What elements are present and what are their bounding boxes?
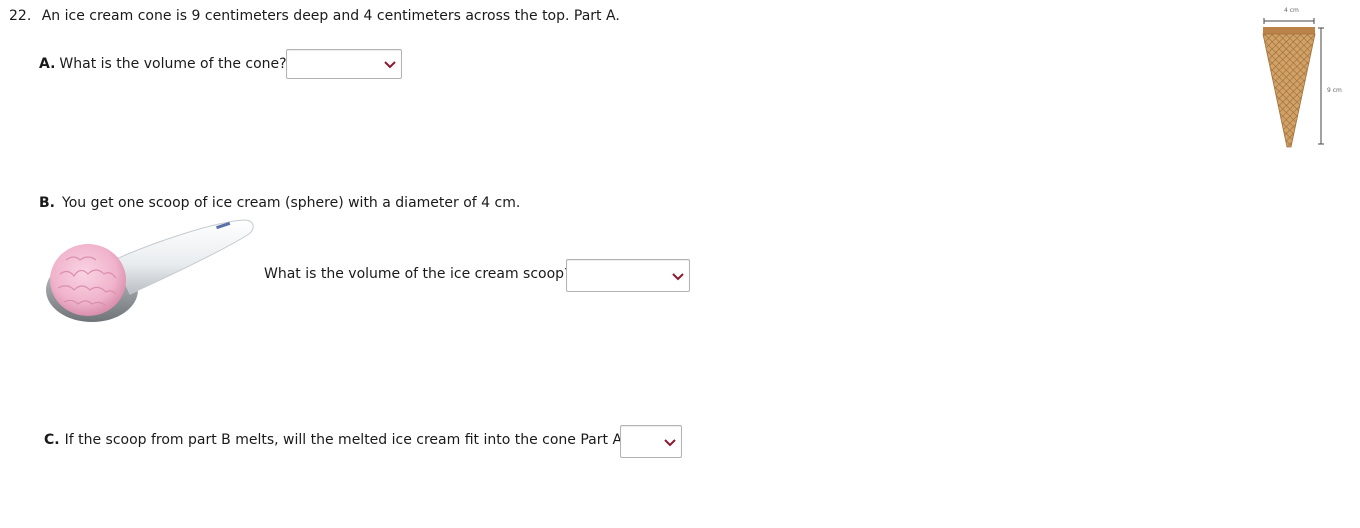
ice-cream-cone-image <box>1262 18 1324 148</box>
chevron-down-icon <box>664 439 676 447</box>
part-a-prompt: A. What is the volume of the cone? <box>39 56 287 72</box>
part-c-dropdown[interactable] <box>620 425 682 458</box>
part-b-dropdown[interactable] <box>566 259 690 292</box>
question-number: 22. <box>9 8 32 24</box>
part-a-text: What is the volume of the cone? <box>59 56 287 72</box>
part-c-text: If the scoop from part B melts, will the… <box>64 432 634 448</box>
question-title: 22. An ice cream cone is 9 centimeters d… <box>9 8 620 24</box>
part-a-dropdown[interactable] <box>286 49 402 79</box>
chevron-down-icon <box>384 61 396 69</box>
chevron-down-icon <box>672 273 684 281</box>
part-b-prompt: B. You get one scoop of ice cream (sphere… <box>39 195 520 211</box>
cone-width-label: 4 cm <box>1284 7 1299 14</box>
ice-cream-scoop-image <box>46 219 254 322</box>
part-b-text: You get one scoop of ice cream (sphere) … <box>62 195 521 211</box>
part-b-letter: B. <box>39 195 55 211</box>
part-c-prompt: C. If the scoop from part B melts, will t… <box>44 432 634 448</box>
question-text: An ice cream cone is 9 centimeters deep … <box>41 8 620 24</box>
cone-depth-label: 9 cm <box>1327 87 1342 94</box>
part-c-letter: C. <box>44 432 60 448</box>
part-b-question: What is the volume of the ice cream scoo… <box>264 266 572 282</box>
part-a-letter: A. <box>39 56 56 72</box>
